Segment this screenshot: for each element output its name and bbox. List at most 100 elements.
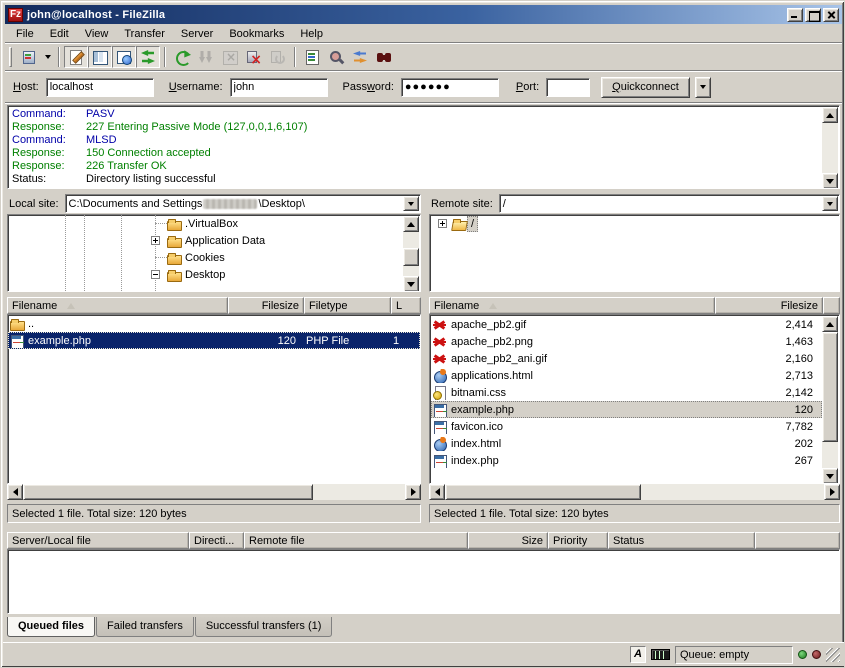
speed-limit-icon[interactable] — [651, 649, 670, 660]
expander-plus-icon[interactable] — [438, 219, 447, 228]
log-label: Command: — [12, 134, 86, 147]
quickconnect-dropdown[interactable] — [695, 77, 711, 98]
file-row[interactable]: index.html202 — [431, 435, 822, 452]
menu-help[interactable]: Help — [292, 26, 331, 42]
site-manager-dropdown[interactable] — [41, 46, 54, 68]
window-resize-grip[interactable] — [826, 648, 840, 662]
disconnect-button[interactable] — [242, 46, 266, 68]
combo-dropdown-icon[interactable] — [822, 196, 838, 211]
quickconnect-button[interactable]: Quickconnect — [601, 77, 690, 98]
scrollbar-thumb[interactable] — [23, 484, 313, 500]
file-row[interactable]: favicon.ico7,782 — [431, 418, 822, 435]
transfer-queue-list[interactable] — [7, 549, 840, 614]
tab-failed-transfers[interactable]: Failed transfers — [96, 617, 194, 637]
scroll-down-icon[interactable] — [822, 173, 838, 189]
scroll-down-icon[interactable] — [822, 468, 838, 484]
tree-item-application-data[interactable]: Application Data — [8, 232, 420, 249]
scroll-up-icon[interactable] — [822, 107, 838, 123]
column-remote-file[interactable]: Remote file — [244, 532, 468, 549]
column-priority[interactable]: Priority — [548, 532, 608, 549]
compare-directories-button[interactable] — [324, 46, 348, 68]
remote-directory-tree[interactable]: / — [429, 214, 840, 292]
local-tree-scrollbar[interactable] — [403, 216, 419, 292]
menu-transfer[interactable]: Transfer — [116, 26, 173, 42]
file-row-selected[interactable]: example.php120 — [431, 401, 822, 418]
tree-item-virtualbox[interactable]: .VirtualBox — [8, 215, 420, 232]
menu-bookmarks[interactable]: Bookmarks — [221, 26, 292, 42]
column-lastmodified[interactable]: L — [391, 297, 421, 314]
synchronized-browsing-button[interactable] — [348, 46, 372, 68]
filezilla-app-icon[interactable]: Fz — [8, 8, 23, 22]
log-scrollbar[interactable] — [822, 107, 838, 189]
remote-site-row: Remote site: / — [429, 194, 840, 213]
menu-server[interactable]: Server — [173, 26, 221, 42]
menu-edit[interactable]: Edit — [42, 26, 77, 42]
column-filesize[interactable]: Filesize — [228, 297, 304, 314]
username-input[interactable] — [230, 78, 328, 97]
local-directory-tree[interactable]: .VirtualBox Application Data Cookies Des… — [7, 214, 421, 292]
message-log[interactable]: Command:PASV Response:227 Entering Passi… — [7, 105, 840, 189]
file-row-example-php[interactable]: example.php 120 PHP File 1 — [8, 332, 420, 349]
maximize-button[interactable] — [805, 8, 821, 22]
close-button[interactable] — [823, 8, 839, 22]
toggle-remote-tree-button[interactable] — [112, 46, 136, 68]
menu-file[interactable]: File — [8, 26, 42, 42]
host-input[interactable] — [46, 78, 154, 97]
scrollbar-thumb[interactable] — [403, 248, 419, 266]
local-list-hscrollbar[interactable] — [7, 484, 421, 500]
file-row[interactable]: apache_pb2.gif2,414 — [431, 316, 822, 333]
scroll-up-icon[interactable] — [822, 316, 838, 332]
file-row[interactable]: applications.html2,713 — [431, 367, 822, 384]
column-filetype[interactable]: Filetype — [304, 297, 391, 314]
refresh-button[interactable] — [170, 46, 194, 68]
scroll-right-icon[interactable] — [405, 484, 421, 500]
tree-item-cookies[interactable]: Cookies — [8, 249, 420, 266]
port-input[interactable] — [546, 78, 590, 97]
combo-dropdown-icon[interactable] — [403, 196, 419, 211]
minimize-button[interactable] — [787, 8, 803, 22]
menu-view[interactable]: View — [77, 26, 117, 42]
file-row[interactable]: apache_pb2_ani.gif2,160 — [431, 350, 822, 367]
scroll-right-icon[interactable] — [824, 484, 840, 500]
scrollbar-thumb[interactable] — [445, 484, 641, 500]
tab-successful-transfers[interactable]: Successful transfers (1) — [195, 617, 333, 637]
scrollbar-thumb[interactable] — [822, 332, 838, 442]
filter-icon — [304, 49, 320, 65]
toolbar-grip[interactable] — [9, 47, 12, 67]
site-manager-button[interactable] — [17, 46, 41, 68]
column-server-local-file[interactable]: Server/Local file — [7, 532, 189, 549]
find-files-button[interactable] — [372, 46, 396, 68]
local-site-combo[interactable]: C:\Documents and Settings\Desktop\ — [65, 194, 421, 213]
column-status[interactable]: Status — [608, 532, 755, 549]
column-size[interactable]: Size — [468, 532, 548, 549]
column-direction[interactable]: Directi... — [189, 532, 244, 549]
tree-item-desktop[interactable]: Desktop — [8, 266, 420, 283]
column-filename[interactable]: Filename — [7, 297, 228, 314]
tab-queued-files[interactable]: Queued files — [7, 617, 95, 637]
remote-file-list[interactable]: apache_pb2.gif2,414 apache_pb2.png1,463 … — [429, 314, 840, 484]
remote-list-hscrollbar[interactable] — [429, 484, 840, 500]
expander-minus-icon[interactable] — [151, 270, 160, 279]
file-row[interactable]: index.php267 — [431, 452, 822, 469]
password-input[interactable] — [401, 78, 499, 97]
toggle-local-tree-button[interactable] — [88, 46, 112, 68]
toggle-transfer-queue-button[interactable] — [136, 46, 160, 68]
transfer-type-indicator[interactable]: A — [630, 646, 646, 663]
file-row[interactable]: apache_pb2.png1,463 — [431, 333, 822, 350]
remote-site-combo[interactable]: / — [499, 194, 840, 213]
scroll-down-icon[interactable] — [403, 276, 419, 292]
column-filesize[interactable]: Filesize — [715, 297, 823, 314]
toggle-message-log-button[interactable] — [64, 46, 88, 68]
column-filename[interactable]: Filename — [429, 297, 715, 314]
directory-filters-button[interactable] — [300, 46, 324, 68]
title-bar[interactable]: Fz john@localhost - FileZilla — [5, 5, 842, 24]
remote-list-scrollbar[interactable] — [822, 316, 838, 484]
scroll-left-icon[interactable] — [7, 484, 23, 500]
expander-plus-icon[interactable] — [151, 236, 160, 245]
scroll-up-icon[interactable] — [403, 216, 419, 232]
file-row[interactable]: bitnami.css2,142 — [431, 384, 822, 401]
local-file-list[interactable]: .. example.php 120 PHP File 1 — [7, 314, 421, 484]
file-row-parent[interactable]: .. — [8, 315, 420, 332]
tree-item-root[interactable]: / — [430, 215, 839, 232]
scroll-left-icon[interactable] — [429, 484, 445, 500]
